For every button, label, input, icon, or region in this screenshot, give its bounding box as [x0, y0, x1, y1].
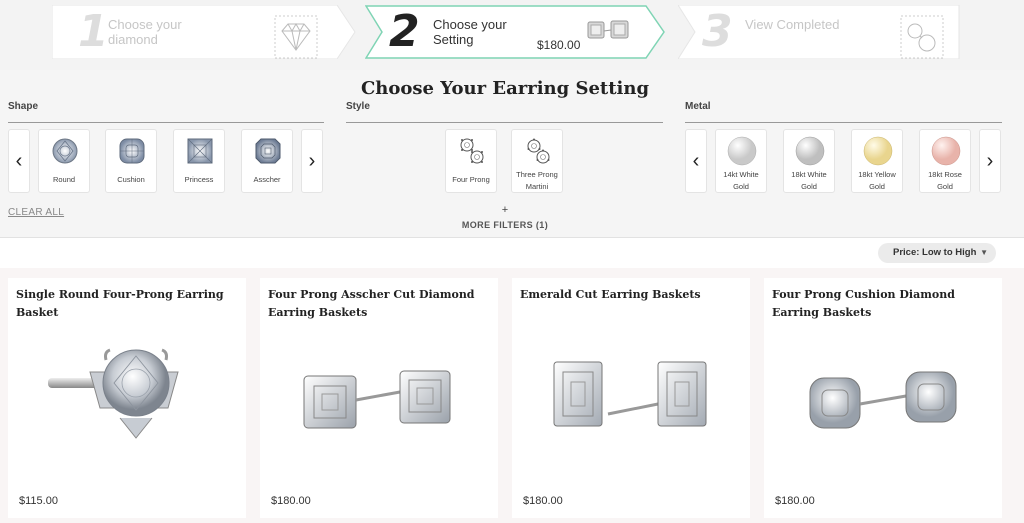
earring-outline-icon [900, 15, 944, 59]
shape-label-round: Round [52, 175, 76, 184]
product-card[interactable]: Single Round Four-Prong Earring Basket $… [8, 278, 246, 518]
rose-gold-swatch-icon [931, 136, 961, 166]
shape-tile-cushion[interactable]: Cushion [105, 129, 157, 193]
shape-next-button[interactable]: › [301, 129, 323, 193]
progress-stepper: 1 Choose your diamond 2 Choose your Sett… [0, 0, 1024, 70]
metal-label-18kt-rose-gold: 18kt Rose Gold [928, 170, 962, 191]
metal-tile-18kt-rose-gold[interactable]: 18kt Rose Gold [919, 129, 971, 193]
product-price: $180.00 [271, 495, 311, 507]
step-1-number: 1 [78, 6, 109, 57]
metal-prev-button[interactable]: ‹ [685, 129, 707, 193]
shape-tile-princess[interactable]: Princess [173, 129, 225, 193]
white-gold-swatch-icon [727, 136, 757, 166]
earring-pair-icon [587, 20, 629, 39]
style-label-four-prong: Four Prong [452, 175, 490, 184]
shape-tile-round[interactable]: Round [38, 129, 90, 193]
step-choose-setting[interactable]: 2 Choose your Setting $180.00 [365, 5, 667, 59]
product-grid: Single Round Four-Prong Earring Basket $… [0, 268, 1024, 523]
step-3-label: View Completed [745, 17, 840, 32]
style-divider [346, 122, 663, 123]
step-2-price: $180.00 [537, 38, 581, 52]
product-title: Four Prong Asscher Cut Diamond Earring B… [268, 288, 475, 319]
caret-down-icon: ▼ [980, 248, 988, 257]
shape-tile-asscher[interactable]: Asscher [241, 129, 293, 193]
metal-label-18kt-yellow-gold: 18kt Yellow Gold [858, 170, 896, 191]
princess-diamond-icon [187, 138, 213, 164]
white-gold-swatch-icon [795, 136, 825, 166]
metal-next-button[interactable]: › [979, 129, 1001, 193]
product-price: $180.00 [523, 495, 563, 507]
filter-panel: Choose Your Earring Setting Shape ‹ Roun… [0, 70, 1024, 238]
step-view-completed[interactable]: 3 View Completed [678, 5, 960, 59]
diamond-outline-icon [274, 15, 318, 59]
step-1-label: Choose your diamond [108, 17, 182, 47]
sort-dropdown[interactable]: Price: Low to High ▼ [878, 243, 996, 263]
metal-label-18kt-white-gold: 18kt White Gold [791, 170, 827, 191]
page-title: Choose Your Earring Setting [360, 78, 650, 99]
style-label-three-prong-martini: Three Prong Martini [516, 170, 558, 191]
cushion-diamond-icon [119, 138, 145, 164]
emerald-stud-earrings-image [553, 361, 707, 427]
step-2-label: Choose your Setting [433, 17, 507, 47]
product-price: $115.00 [19, 495, 58, 507]
metal-heading: Metal [685, 101, 711, 112]
sort-label: Price: Low to High [893, 247, 977, 258]
shape-label-cushion: Cushion [117, 175, 145, 184]
metal-tile-14kt-white-gold[interactable]: 14kt White Gold [715, 129, 767, 193]
three-prong-martini-icon [527, 138, 550, 164]
product-price: $180.00 [775, 495, 815, 507]
step-choose-diamond[interactable]: 1 Choose your diamond [52, 5, 357, 59]
round-stud-earring-image [48, 348, 179, 439]
product-card[interactable]: Emerald Cut Earring Baskets $180.00 [512, 278, 750, 518]
step-3-number: 3 [702, 6, 733, 57]
four-prong-icon [460, 138, 484, 164]
metal-tile-18kt-white-gold[interactable]: 18kt White Gold [783, 129, 835, 193]
step-2-number: 2 [389, 6, 420, 57]
asscher-stud-earrings-image [303, 370, 451, 429]
metal-tile-18kt-yellow-gold[interactable]: 18kt Yellow Gold [851, 129, 903, 193]
shape-prev-button[interactable]: ‹ [8, 129, 30, 193]
cushion-stud-earrings-image [809, 371, 957, 429]
plus-icon[interactable]: + [500, 204, 510, 216]
product-card[interactable]: Four Prong Cushion Diamond Earring Baske… [764, 278, 1002, 518]
product-title: Emerald Cut Earring Baskets [520, 288, 701, 301]
product-title: Four Prong Cushion Diamond Earring Baske… [772, 288, 955, 319]
shape-divider [8, 122, 324, 123]
shape-label-asscher: Asscher [253, 175, 281, 184]
more-filters-button[interactable]: MORE FILTERS (1) [440, 220, 570, 230]
product-card[interactable]: Four Prong Asscher Cut Diamond Earring B… [260, 278, 498, 518]
style-tile-three-prong-martini[interactable]: Three Prong Martini [511, 129, 563, 193]
yellow-gold-swatch-icon [863, 136, 893, 166]
product-title: Single Round Four-Prong Earring Basket [16, 288, 224, 319]
shape-heading: Shape [8, 101, 39, 112]
clear-all-link[interactable]: CLEAR ALL [8, 207, 64, 218]
round-diamond-icon [52, 138, 78, 164]
style-tile-four-prong[interactable]: Four Prong [445, 129, 497, 193]
shape-label-princess: Princess [184, 175, 214, 184]
metal-divider [685, 122, 1002, 123]
asscher-diamond-icon [255, 138, 281, 164]
style-heading: Style [346, 101, 370, 112]
metal-label-14kt-white-gold: 14kt White Gold [723, 170, 759, 191]
